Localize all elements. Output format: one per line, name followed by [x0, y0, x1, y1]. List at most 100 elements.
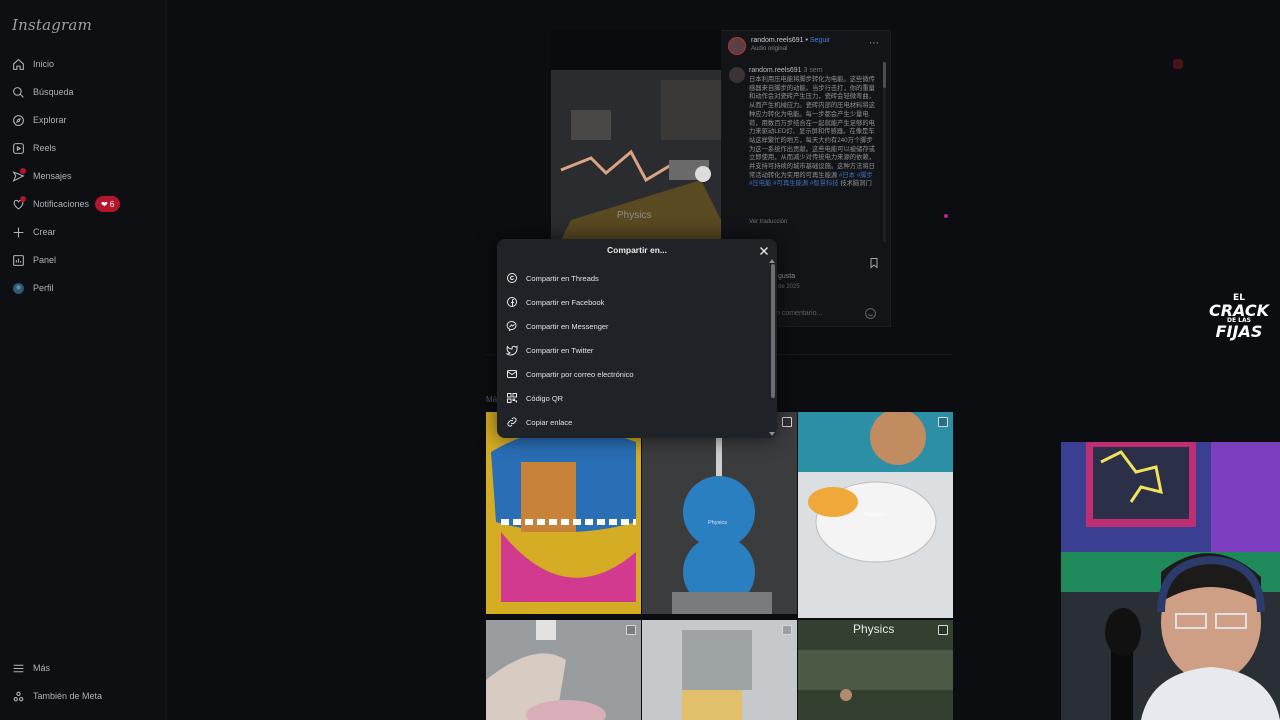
instagram-logo[interactable]: Instagram — [12, 16, 92, 34]
grid-tile[interactable] — [486, 620, 641, 720]
streamer-logo: EL CRACK DE LAS FIJAS — [1208, 293, 1270, 341]
share-item-label: Compartir por correo electrónico — [526, 369, 634, 379]
sidebar-item-label: Panel — [33, 255, 57, 265]
multi-post-icon — [782, 625, 792, 635]
threads-icon — [507, 273, 517, 283]
notification-icon — [1173, 59, 1183, 69]
tile-image — [642, 412, 797, 614]
meta-icon — [13, 691, 24, 701]
account-name[interactable]: random.reels691 — [751, 37, 804, 44]
bookmark-icon[interactable] — [868, 256, 880, 270]
sidebar-item-crear[interactable]: Crear — [12, 221, 56, 243]
plus-icon — [13, 227, 24, 237]
see-translation-link[interactable]: Ver traducción — [749, 219, 787, 225]
sidebar-item-label: Notificaciones — [33, 199, 90, 209]
copy-link-button[interactable]: Copiar enlace — [506, 414, 761, 430]
share-modal: Compartir en... Compartir en Threads Com… — [497, 239, 777, 438]
share-item-label: Copiar enlace — [526, 417, 573, 427]
sidebar-item-label: Mensajes — [33, 171, 72, 181]
sidebar-item-label: Reels — [33, 143, 57, 153]
search-icon — [13, 86, 24, 98]
avatar — [13, 282, 24, 294]
multi-post-icon — [626, 625, 636, 635]
post-date: de 2025 — [778, 284, 800, 290]
link-icon — [507, 417, 517, 427]
sidebar-item-label: Inicio — [33, 59, 55, 69]
compass-icon — [13, 114, 24, 126]
share-twitter-button[interactable]: Compartir en Twitter — [506, 342, 761, 358]
multi-post-icon — [782, 417, 792, 427]
share-email-button[interactable]: Compartir por correo electrónico — [506, 366, 761, 382]
share-item-label: Compartir en Messenger — [526, 321, 609, 331]
grid-tile[interactable] — [642, 620, 797, 720]
caption-username[interactable]: random.reels691 — [749, 67, 802, 74]
sidebar: Instagram Inicio Búsqueda Explorar Reels… — [0, 0, 167, 720]
reels-icon — [13, 142, 24, 154]
dashboard-icon — [13, 254, 24, 266]
sidebar-item-label: Perfil — [33, 283, 54, 293]
messenger-icon — [506, 321, 517, 332]
sidebar-item-panel[interactable]: Panel — [12, 249, 56, 271]
qr-code-icon — [507, 393, 517, 403]
sidebar-item-label: También de Meta — [33, 691, 103, 701]
caption-header: random.reels691 3 sem — [749, 67, 823, 74]
modal-scrollbar[interactable] — [771, 264, 775, 398]
share-facebook-button[interactable]: Compartir en Facebook — [506, 294, 761, 310]
notification-badge: ❤ 6 — [95, 196, 121, 212]
sidebar-item-reels[interactable]: Reels — [12, 137, 56, 159]
multi-post-icon — [938, 417, 948, 427]
share-item-label: Compartir en Facebook — [526, 297, 605, 307]
post-image: Physics — [551, 70, 721, 260]
comments-scrollbar[interactable] — [883, 62, 886, 242]
webcam-image — [1061, 442, 1280, 720]
share-messenger-button[interactable]: Compartir en Messenger — [506, 318, 761, 334]
caption-avatar[interactable] — [729, 67, 745, 83]
scroll-up-arrow[interactable] — [769, 259, 775, 263]
home-icon — [13, 58, 24, 70]
caption-body: 日本利用压电能将脚步转化为电能。这些微传感器来自脚步的动能。当步行击打，你的重量… — [749, 76, 875, 179]
tile-image — [486, 412, 641, 614]
cursor-dot — [944, 214, 948, 218]
grid-tile[interactable]: Physics — [642, 412, 797, 614]
sidebar-item-label: Explorar — [33, 115, 67, 125]
account-avatar[interactable] — [728, 37, 746, 55]
sidebar-item-explorar[interactable]: Explorar — [12, 109, 67, 131]
heart-icon: ❤ — [101, 199, 108, 209]
caption-tail: 技术脑洞门 — [840, 180, 872, 188]
tile-image — [486, 620, 641, 720]
comment-input[interactable]: n comentario... — [776, 310, 822, 317]
more-options-icon[interactable]: ⋯ — [869, 38, 879, 49]
grid-tile[interactable]: Physics — [798, 412, 953, 618]
webcam-overlay — [1061, 442, 1280, 720]
emoji-icon[interactable] — [864, 307, 877, 320]
audio-label[interactable]: Audio original — [751, 46, 787, 52]
tile-watermark: Physics — [708, 520, 727, 526]
sidebar-item-label: Búsqueda — [33, 87, 74, 97]
caption-text: 日本利用压电能将脚步转化为电能。这些微传感器来自脚步的动能。当步行击打，你的重量… — [749, 76, 875, 189]
tile-watermark: Physics — [853, 622, 895, 636]
scroll-down-arrow[interactable] — [769, 432, 775, 436]
facebook-icon — [507, 297, 517, 307]
comments-scroll-thumb[interactable] — [883, 62, 886, 88]
sidebar-item-busqueda[interactable]: Búsqueda — [12, 81, 74, 103]
sidebar-item-label: Crear — [33, 227, 56, 237]
grid-tile[interactable] — [486, 412, 641, 614]
grid-tile[interactable]: Physics — [798, 620, 953, 720]
sidebar-item-mas[interactable]: Más — [12, 657, 50, 679]
follow-button[interactable]: Seguir — [810, 37, 830, 44]
share-threads-button[interactable]: Compartir en Threads — [506, 270, 761, 286]
menu-icon — [13, 664, 24, 672]
caption-time: 3 sem — [803, 67, 823, 74]
media-watermark: Physics — [617, 210, 652, 221]
unread-dot — [20, 168, 26, 174]
sidebar-item-notificaciones[interactable]: Notificaciones ❤ 6 — [12, 193, 121, 215]
share-qr-button[interactable]: Código QR — [506, 390, 761, 406]
close-icon[interactable] — [757, 244, 771, 258]
modal-title: Compartir en... — [607, 245, 667, 255]
sidebar-item-label: Más — [33, 663, 51, 673]
sidebar-item-inicio[interactable]: Inicio — [12, 53, 54, 75]
post-account-line: random.reels691 • Seguir — [751, 37, 831, 44]
sidebar-item-meta[interactable]: También de Meta — [12, 685, 102, 707]
sidebar-item-perfil[interactable]: Perfil — [12, 277, 54, 299]
multi-post-icon — [938, 625, 948, 635]
